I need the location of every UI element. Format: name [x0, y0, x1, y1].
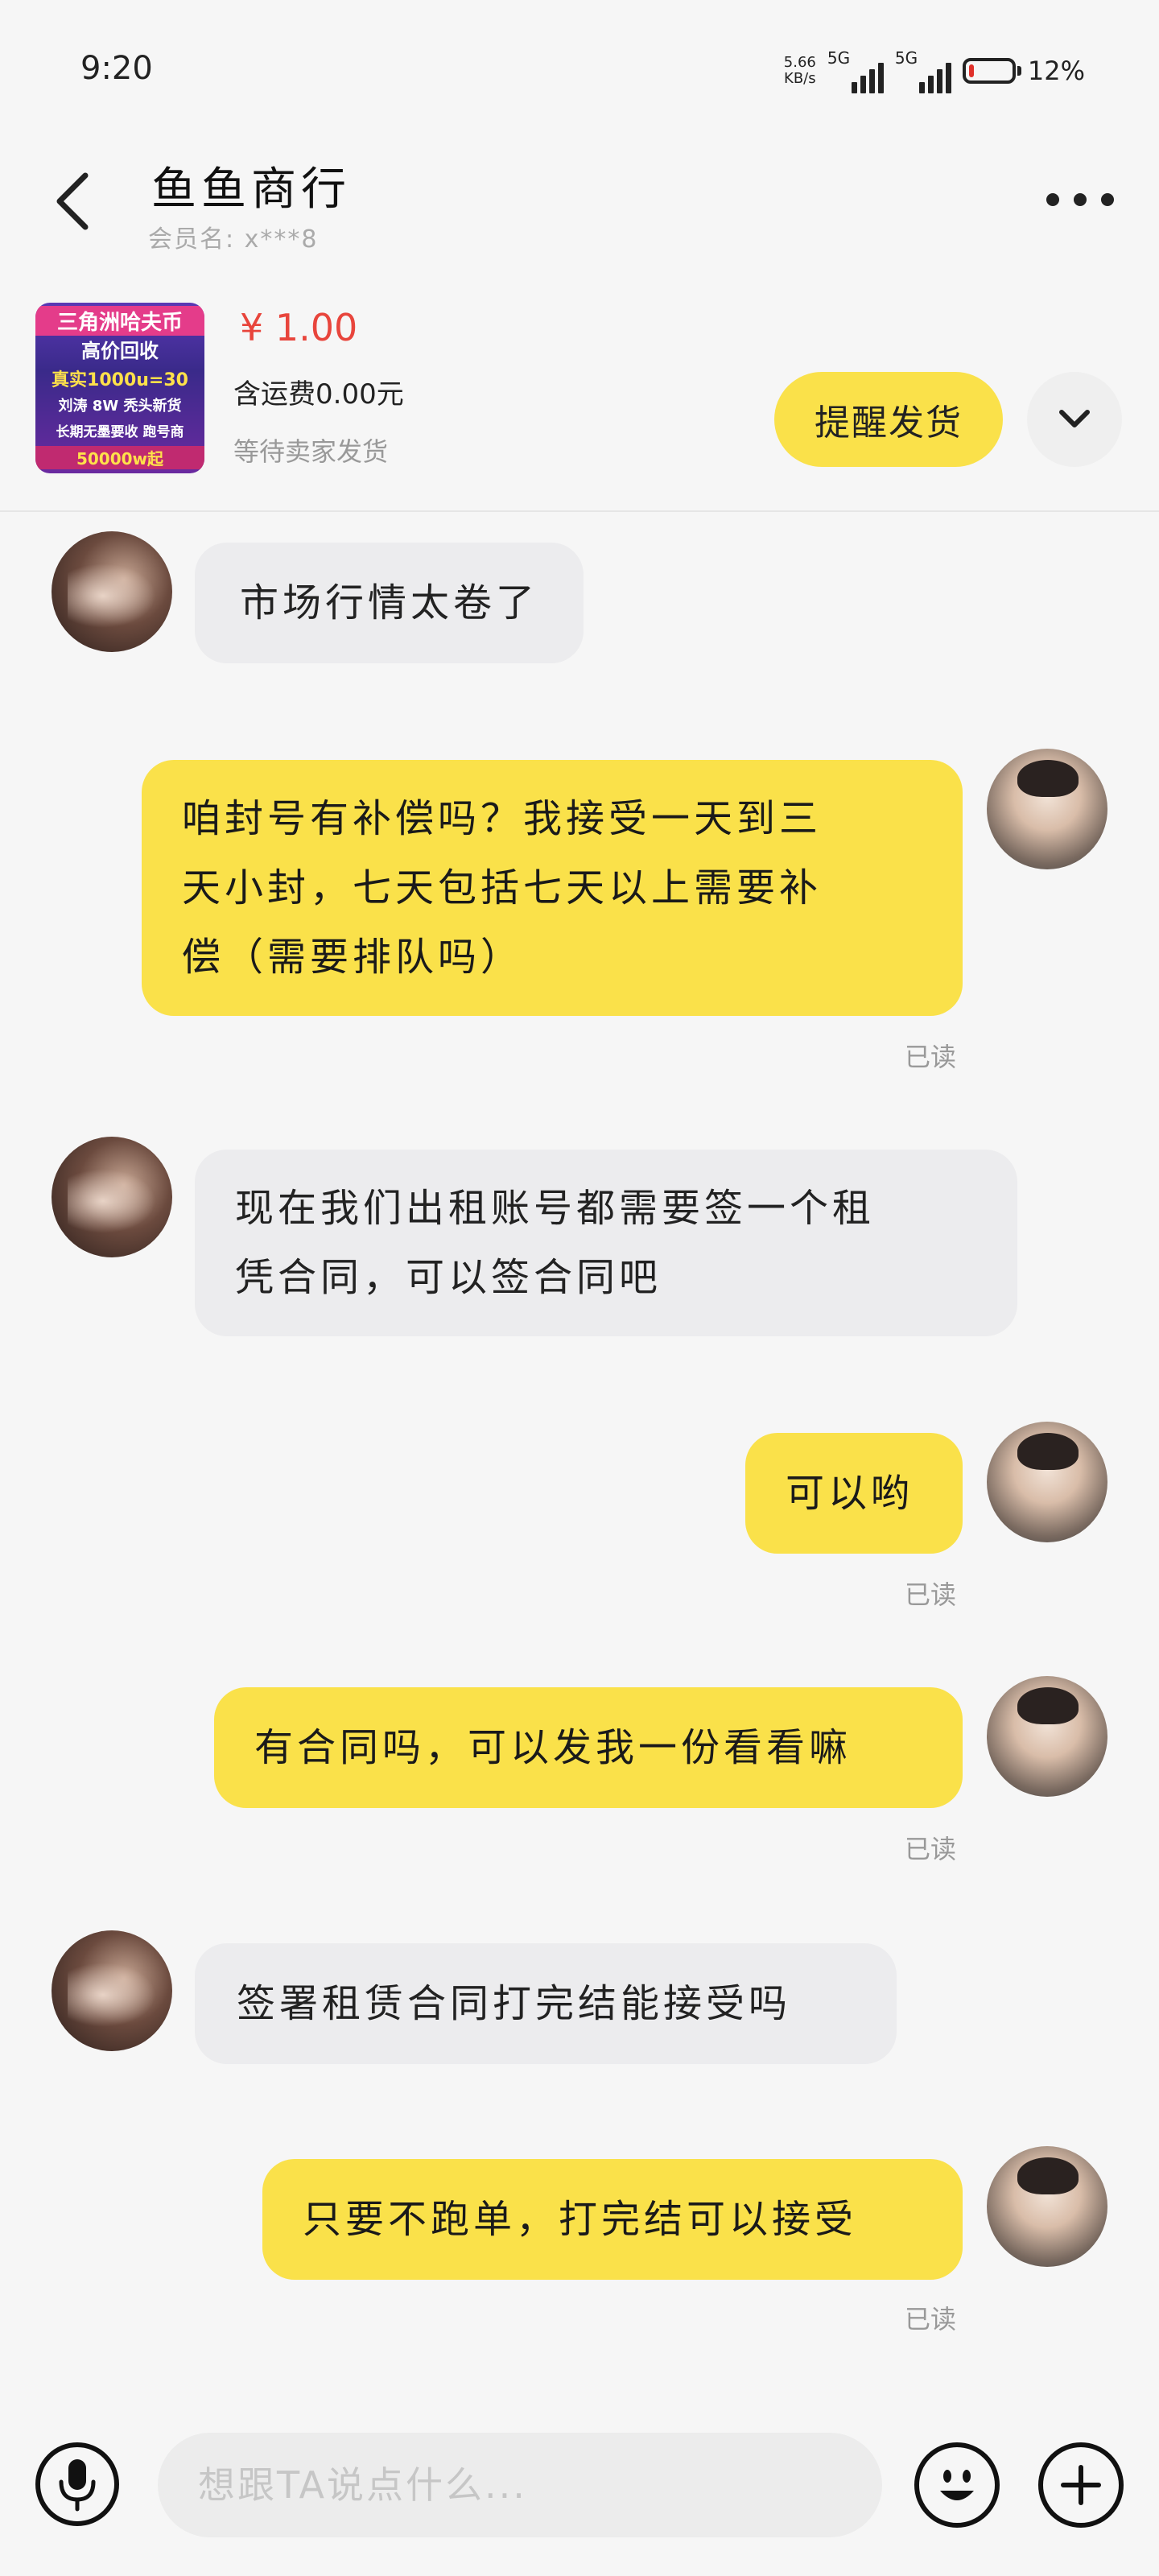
signal-icon-sim1: 5G: [827, 48, 884, 93]
divider: [0, 510, 1159, 512]
back-icon[interactable]: [50, 169, 98, 233]
product-thumbnail[interactable]: 三角洲哈夫币 高价回收 真实1000u=30 刘涛 8W 秃头新货 长期无墨要收…: [35, 303, 204, 473]
thumb-line: 50000w起: [35, 446, 204, 469]
read-receipt: 已读: [905, 2304, 957, 2334]
signal-icon-sim2: 5G: [895, 48, 951, 93]
plus-icon[interactable]: [1038, 2442, 1124, 2528]
my-avatar[interactable]: [987, 1422, 1107, 1542]
seller-avatar[interactable]: [52, 1930, 172, 2051]
microphone-icon[interactable]: [35, 2442, 119, 2526]
message-bubble[interactable]: 市场行情太卷了: [195, 543, 584, 663]
message-bubble[interactable]: 咱封号有补偿吗？我接受一天到三 天小封，七天包括七天以上需要补 偿（需要排队吗）: [142, 760, 963, 1016]
message-bubble[interactable]: 现在我们出租账号都需要签一个租 凭合同，可以签合同吧: [195, 1150, 1017, 1336]
my-avatar[interactable]: [987, 1676, 1107, 1797]
battery-icon: 12%: [962, 56, 1085, 86]
message-line: 现在我们出租账号都需要签一个租: [235, 1186, 876, 1231]
message-input[interactable]: [158, 2433, 882, 2537]
seller-avatar[interactable]: [52, 1137, 172, 1257]
message-line: 凭合同，可以签合同吧: [235, 1255, 662, 1300]
sim1-tag: 5G: [827, 48, 851, 68]
network-speed-value: 5.66: [783, 54, 816, 71]
thumb-line: 真实1000u=30: [52, 370, 188, 390]
order-status: 等待卖家发货: [233, 436, 389, 467]
product-price: ¥ 1.00: [240, 306, 358, 349]
message-line: 咱封号有补偿吗？我接受一天到三: [182, 796, 823, 841]
emoji-icon[interactable]: [914, 2442, 1000, 2528]
seller-avatar[interactable]: [52, 531, 172, 652]
shipping-fee: 含运费0.00元: [233, 378, 404, 411]
status-indicators: 5.66 KB/s 5G 5G 12%: [784, 47, 1085, 95]
thumb-line: 三角洲哈夫币: [35, 306, 204, 336]
my-avatar[interactable]: [987, 749, 1107, 869]
battery-percent: 12%: [1027, 56, 1085, 86]
read-receipt: 已读: [905, 1834, 957, 1864]
thumb-line: 高价回收: [81, 340, 159, 362]
network-speed-unit: KB/s: [784, 70, 816, 87]
sim2-tag: 5G: [894, 48, 918, 68]
read-receipt: 已读: [905, 1579, 957, 1610]
message-line: 天小封，七天包括七天以上需要补: [182, 865, 823, 910]
read-receipt: 已读: [905, 1042, 957, 1072]
thumb-line: 长期无墨要收 跑号商: [56, 424, 184, 440]
member-name: 会员名: x***8: [148, 225, 319, 254]
battery-fill: [968, 64, 974, 77]
page-title: 鱼鱼商行: [151, 163, 351, 216]
message-bubble[interactable]: 可以哟: [745, 1433, 963, 1554]
thumb-line: 刘涛 8W 秃头新货: [58, 398, 182, 415]
message-line: 偿（需要排队吗）: [182, 935, 524, 980]
message-bubble[interactable]: 签署租赁合同打完结能接受吗: [195, 1943, 897, 2064]
message-bubble[interactable]: 只要不跑单，打完结可以接受: [262, 2159, 963, 2280]
message-bubble[interactable]: 有合同吗，可以发我一份看看嘛: [214, 1687, 963, 1808]
more-icon[interactable]: [1046, 184, 1114, 216]
status-time: 9:20: [80, 50, 153, 87]
my-avatar[interactable]: [987, 2146, 1107, 2267]
remind-ship-button[interactable]: 提醒发货: [774, 372, 1003, 467]
chevron-down-icon[interactable]: [1027, 372, 1122, 467]
network-speed: 5.66 KB/s: [784, 55, 816, 87]
